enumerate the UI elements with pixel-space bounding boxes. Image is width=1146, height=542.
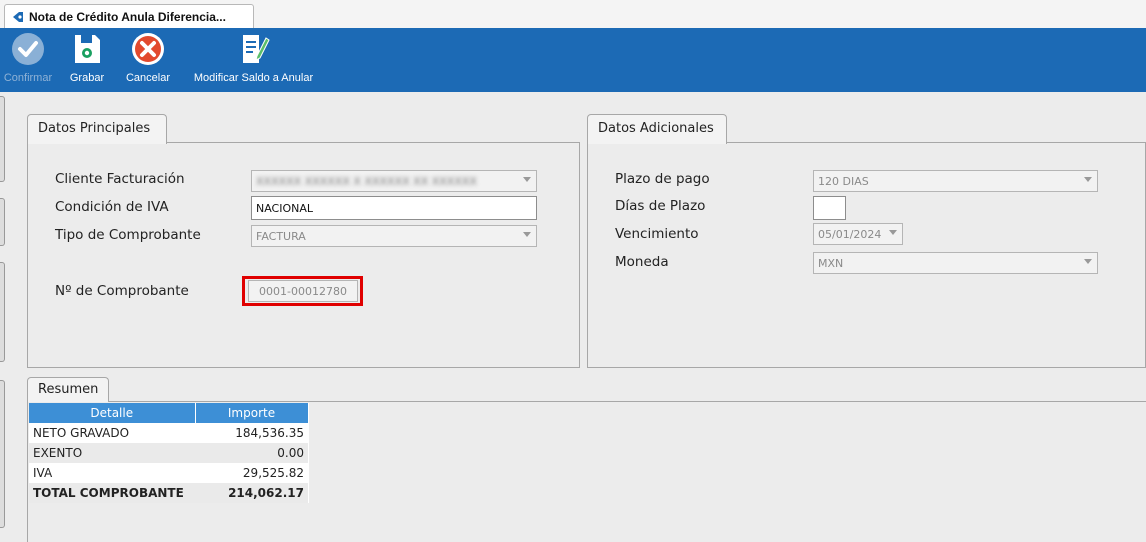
document-tab-icon: [13, 11, 23, 22]
dias-plazo-field[interactable]: [813, 196, 846, 220]
document-tabstrip: Nota de Crédito Anula Diferencia...: [0, 0, 1146, 28]
condicion-iva-label: Condición de IVA: [55, 199, 169, 215]
detalle-cell: EXENTO: [29, 443, 195, 463]
cancel-icon: [132, 33, 164, 65]
column-header-detalle[interactable]: Detalle: [29, 403, 196, 423]
importe-cell: 214,062.17: [195, 483, 308, 503]
cliente-facturacion-select[interactable]: XXXXXX XXXXXX X XXXXXX XX XXXXXX: [251, 170, 537, 192]
tipo-comprobante-select[interactable]: FACTURA: [251, 225, 537, 247]
toolbar: Confirmar Grabar Cancelar Modificar Sald…: [0, 28, 1146, 92]
tab-datos-adicionales[interactable]: Datos Adicionales: [587, 114, 727, 144]
document-tab[interactable]: Nota de Crédito Anula Diferencia...: [4, 4, 254, 28]
tab-resumen[interactable]: Resumen: [27, 377, 109, 402]
confirmar-button[interactable]: Confirmar: [0, 32, 56, 90]
grabar-button[interactable]: Grabar: [62, 32, 112, 90]
condicion-iva-field[interactable]: NACIONAL: [251, 196, 537, 220]
edit-document-icon: [242, 35, 270, 63]
document-tab-title: Nota de Crédito Anula Diferencia...: [29, 9, 226, 24]
modificar-saldo-label: Modificar Saldo a Anular: [193, 72, 314, 84]
vencimiento-value: 05/01/2024: [818, 228, 882, 241]
importe-cell: 29,525.82: [242, 466, 304, 480]
importe-cell: 184,536.35: [235, 426, 304, 440]
moneda-label: Moneda: [615, 254, 669, 270]
side-panel-stub[interactable]: [0, 96, 5, 182]
side-panel-stub[interactable]: [0, 198, 5, 246]
table-row[interactable]: NETO GRAVADO 184,536.35: [29, 423, 308, 443]
side-panel-stub[interactable]: [0, 380, 5, 528]
numero-comprobante-field[interactable]: 0001-00012780: [248, 280, 358, 302]
table-row[interactable]: TOTAL COMPROBANTE 214,062.17: [29, 483, 308, 503]
side-panel-stub[interactable]: [0, 262, 5, 362]
cancelar-button[interactable]: Cancelar: [120, 32, 176, 90]
check-icon: [12, 33, 44, 65]
plazo-pago-select[interactable]: 120 DIAS: [813, 170, 1098, 192]
table-row[interactable]: IVA 29,525.82: [29, 463, 308, 483]
column-header-importe[interactable]: Importe: [195, 403, 309, 423]
cliente-facturacion-value: XXXXXX XXXXXX X XXXXXX XX XXXXXX: [256, 175, 477, 188]
grabar-label: Grabar: [69, 72, 105, 84]
confirmar-label: Confirmar: [3, 72, 53, 84]
chevron-down-icon: [523, 232, 531, 237]
save-icon: [75, 35, 100, 63]
plazo-pago-value: 120 DIAS: [818, 175, 869, 188]
tipo-comprobante-value: FACTURA: [256, 230, 306, 243]
tipo-comprobante-label: Tipo de Comprobante: [55, 227, 201, 243]
tab-datos-principales[interactable]: Datos Principales: [27, 114, 167, 144]
moneda-value: MXN: [818, 257, 844, 270]
chevron-down-icon: [889, 230, 897, 235]
cancelar-label: Cancelar: [125, 72, 171, 84]
moneda-select[interactable]: MXN: [813, 252, 1098, 274]
numero-comprobante-label: Nº de Comprobante: [55, 283, 189, 299]
detalle-cell: NETO GRAVADO: [33, 426, 130, 440]
modificar-saldo-button[interactable]: Modificar Saldo a Anular: [186, 32, 321, 90]
chevron-down-icon: [1084, 177, 1092, 182]
table-row[interactable]: EXENTO 0.00: [29, 443, 308, 463]
detalle-cell: TOTAL COMPROBANTE: [29, 483, 195, 503]
vencimiento-date[interactable]: 05/01/2024: [813, 223, 903, 245]
dias-plazo-label: Días de Plazo: [615, 198, 706, 214]
detalle-cell: IVA: [33, 466, 53, 480]
chevron-down-icon: [523, 177, 531, 182]
resumen-table: Detalle Importe NETO GRAVADO 184,536.35 …: [29, 403, 309, 503]
vencimiento-label: Vencimiento: [615, 226, 699, 242]
plazo-pago-label: Plazo de pago: [615, 171, 710, 187]
importe-cell: 0.00: [195, 443, 308, 463]
cliente-facturacion-label: Cliente Facturación: [55, 171, 185, 187]
chevron-down-icon: [1084, 259, 1092, 264]
